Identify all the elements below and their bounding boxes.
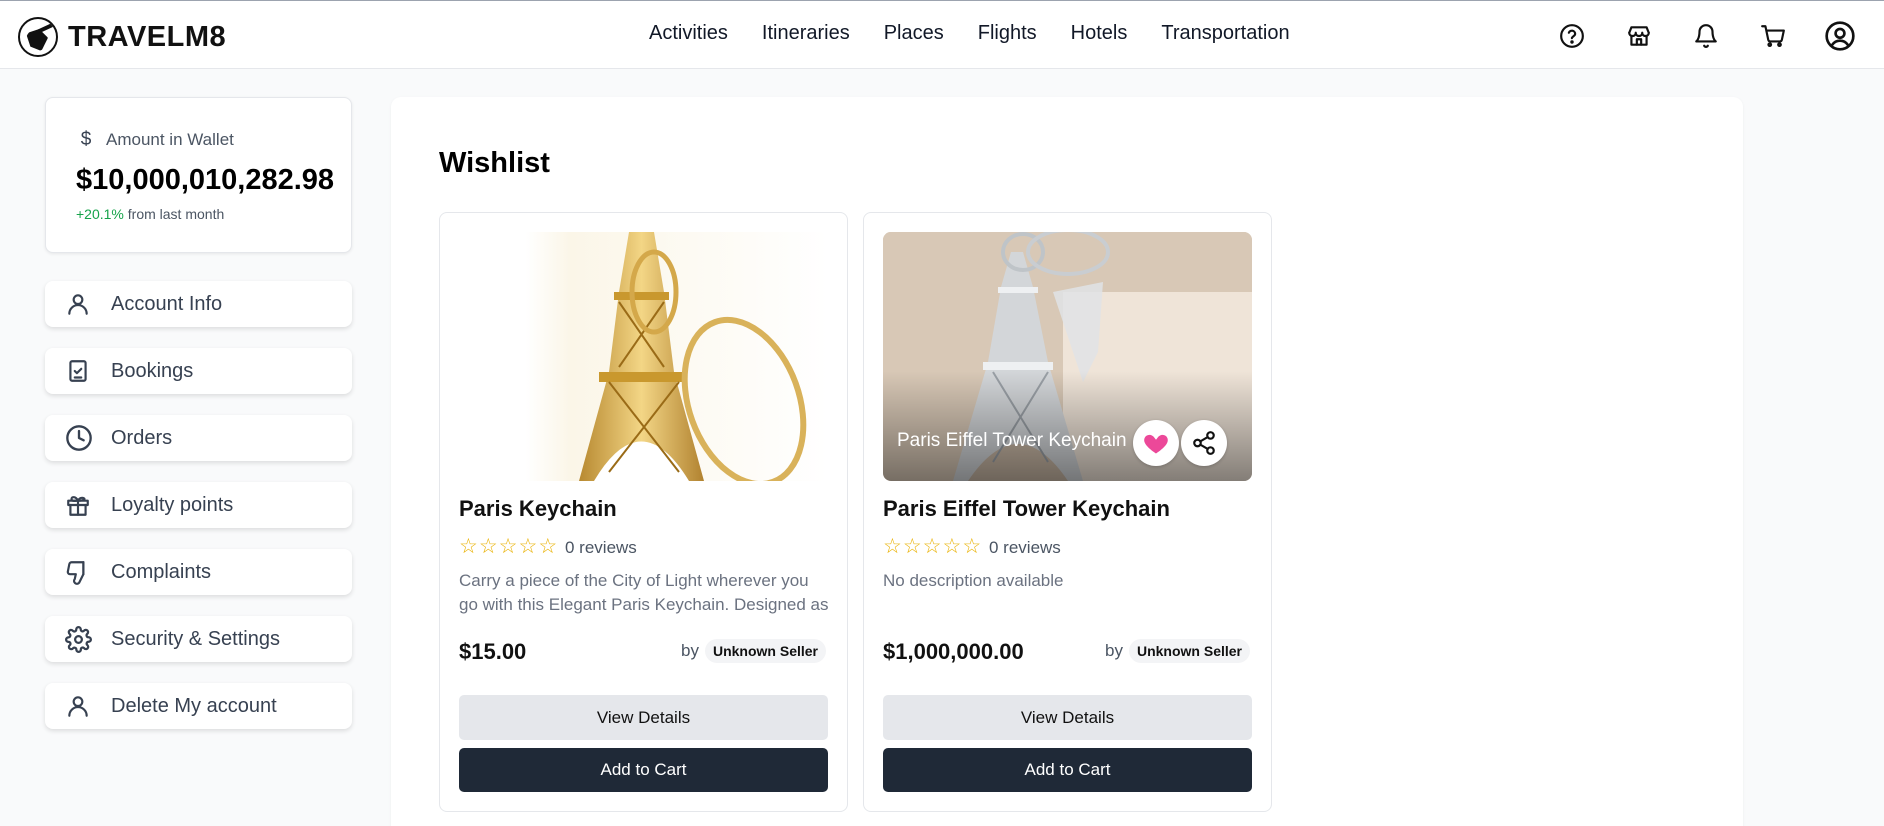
heart-icon (1144, 434, 1168, 454)
main-nav: Activities Itineraries Places Flights Ho… (649, 22, 1324, 45)
view-details-button[interactable]: View Details (883, 695, 1252, 740)
star-outline-icon: ☆ (962, 535, 982, 558)
cart-icon[interactable] (1756, 19, 1790, 53)
star-outline-icon: ☆ (942, 535, 962, 558)
help-icon[interactable] (1555, 19, 1589, 53)
star-outline-icon: ☆ (478, 535, 498, 558)
add-to-cart-button[interactable]: Add to Cart (459, 748, 828, 792)
seller-badge: Unknown Seller (1128, 639, 1250, 663)
sidebar-item-label: Loyalty points (111, 493, 234, 516)
sidebar-item-label: Bookings (111, 359, 194, 382)
wallet-amount: $10,000,010,282.98 (76, 164, 335, 196)
seller-badge: Unknown Seller (704, 639, 826, 663)
add-to-cart-button[interactable]: Add to Cart (883, 748, 1252, 792)
bell-icon[interactable] (1689, 19, 1723, 53)
user-circle-icon[interactable] (1823, 19, 1857, 53)
brand-name: TRAVELM8 (68, 20, 227, 53)
gold-eiffel-keychain-illustration (579, 232, 807, 481)
wallet-change: +20.1% from last month (76, 206, 224, 222)
nav-flights[interactable]: Flights (978, 22, 1037, 45)
star-outline-icon: ☆ (538, 535, 558, 558)
sidebar-item-label: Orders (111, 426, 173, 449)
image-caption: Paris Eiffel Tower Keychain (897, 430, 1127, 451)
seller-info: by Unknown Seller (1105, 639, 1250, 663)
sidebar-item-label: Complaints (111, 560, 212, 583)
page-title: Wishlist (439, 147, 550, 179)
store-icon[interactable] (1622, 19, 1656, 53)
star-outline-icon: ☆ (883, 535, 902, 558)
sidebar-item-security-settings[interactable]: Security & Settings (45, 616, 352, 662)
review-count: 0 reviews (989, 538, 1061, 557)
gear-icon (65, 624, 101, 654)
review-count: 0 reviews (565, 538, 637, 557)
nav-places[interactable]: Places (884, 22, 944, 45)
product-description: Carry a piece of the City of Light where… (459, 571, 829, 614)
sidebar-item-label: Security & Settings (111, 627, 280, 650)
clipboard-check-icon (65, 356, 101, 386)
sidebar-item-loyalty-points[interactable]: Loyalty points (45, 482, 352, 528)
star-rating: ☆ ☆ ☆ ☆ ☆ (459, 536, 558, 557)
wallet-change-text: from last month (127, 206, 225, 222)
star-outline-icon: ☆ (902, 535, 922, 558)
product-price: $1,000,000.00 (883, 639, 1024, 664)
product-description: No description available (883, 571, 1064, 590)
nav-activities[interactable]: Activities (649, 22, 728, 45)
product-image[interactable] (459, 232, 828, 481)
sidebar-item-orders[interactable]: Orders (45, 415, 352, 461)
product-price: $15.00 (459, 639, 527, 664)
view-details-button[interactable]: View Details (459, 695, 828, 740)
sidebar-item-label: Account Info (111, 292, 223, 315)
dollar-icon: $ (80, 129, 92, 150)
nav-hotels[interactable]: Hotels (1071, 22, 1128, 45)
star-outline-icon: ☆ (498, 535, 518, 558)
by-label: by (681, 641, 699, 660)
product-card: Paris Eiffel Tower Keychain Paris Eiffel… (863, 212, 1272, 812)
brand-logo[interactable]: TRAVELM8 (18, 17, 226, 57)
thumbs-down-icon (65, 557, 101, 587)
product-image[interactable]: Paris Eiffel Tower Keychain (883, 232, 1252, 481)
wishlist-heart-button[interactable] (1133, 420, 1179, 466)
gift-icon (65, 490, 101, 520)
header-actions (1555, 19, 1865, 53)
nav-itineraries[interactable]: Itineraries (762, 22, 850, 45)
product-title[interactable]: Paris Eiffel Tower Keychain (883, 496, 1170, 522)
clock-icon (65, 423, 101, 453)
sidebar-item-account-info[interactable]: Account Info (45, 281, 352, 327)
star-rating: ☆ ☆ ☆ ☆ ☆ (883, 536, 982, 557)
wallet-card: $ Amount in Wallet $10,000,010,282.98 +2… (45, 97, 352, 253)
share-icon (1193, 431, 1215, 455)
product-title[interactable]: Paris Keychain (459, 496, 617, 522)
star-outline-icon: ☆ (922, 535, 942, 558)
star-outline-icon: ☆ (518, 535, 538, 558)
top-navbar: TRAVELM8 Activities Itineraries Places F… (0, 0, 1884, 69)
by-label: by (1105, 641, 1123, 660)
product-card: Paris Keychain ☆ ☆ ☆ ☆ ☆ 0 reviews Carry… (439, 212, 848, 812)
wallet-label: Amount in Wallet (106, 130, 234, 149)
user-icon (65, 289, 101, 319)
sidebar-item-bookings[interactable]: Bookings (45, 348, 352, 394)
sidebar-item-delete-account[interactable]: Delete My account (45, 683, 352, 729)
user-icon (65, 691, 101, 721)
wallet-change-pct: +20.1% (76, 206, 124, 222)
star-outline-icon: ☆ (459, 535, 478, 558)
seller-info: by Unknown Seller (681, 639, 826, 663)
sidebar-item-label: Delete My account (111, 694, 277, 717)
share-button[interactable] (1181, 420, 1227, 466)
sidebar-item-complaints[interactable]: Complaints (45, 549, 352, 595)
globe-plane-logo-icon (18, 17, 58, 57)
nav-transportation[interactable]: Transportation (1161, 22, 1289, 45)
